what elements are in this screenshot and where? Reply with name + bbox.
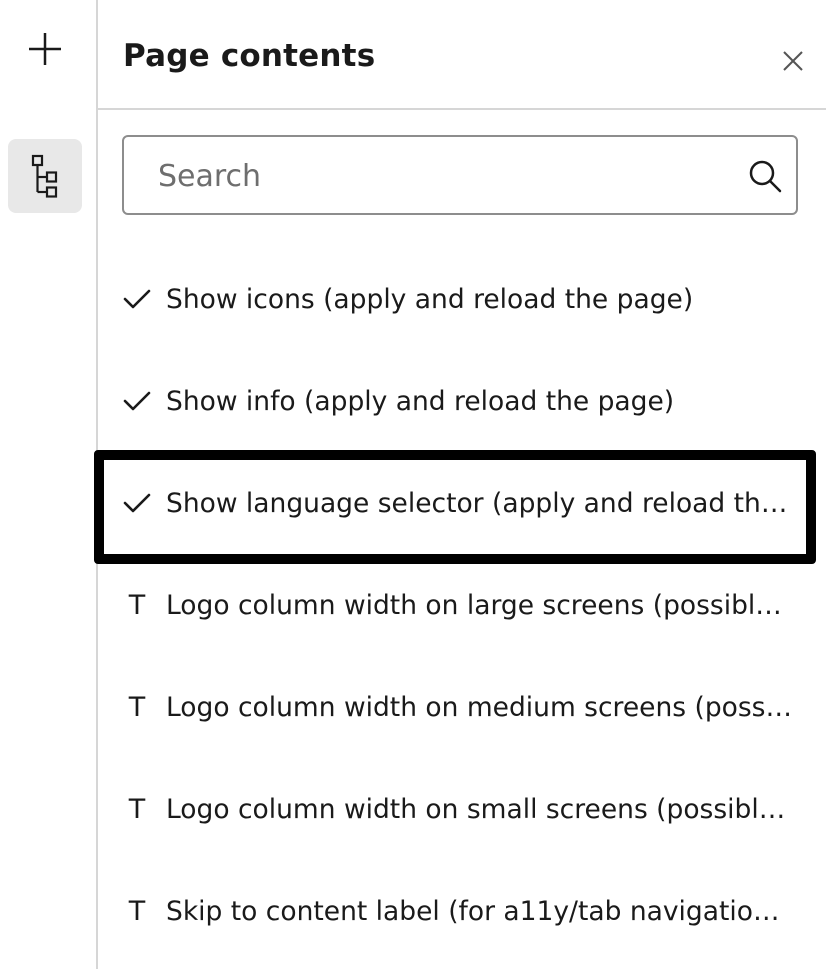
panel-header: Page contents [98,0,826,110]
page-contents-app: Page contents Show icons (apply and relo… [0,0,826,969]
close-button[interactable] [776,44,810,78]
plus-icon [29,33,61,65]
text-icon: T [128,589,146,621]
list-item[interactable]: T Logo column width on medium screens (po… [98,658,826,760]
list-item[interactable]: T Logo column width on large screens (pos… [98,556,826,658]
list-item[interactable]: Show icons (apply and reload the page) [98,250,826,352]
list-item[interactable]: T Skip to content label (for a11y/tab nav… [98,862,826,964]
add-button[interactable] [8,12,82,86]
text-icon: T [128,691,146,723]
list-item-label: Logo column width on small screens (poss… [166,794,794,825]
search-icon[interactable] [748,159,782,193]
page-contents-panel: Page contents Show icons (apply and relo… [94,0,826,969]
list-item-label: Show icons (apply and reload the page) [166,284,694,315]
list-item[interactable]: Show language selector (apply and reload… [94,450,826,564]
close-icon [783,51,803,71]
text-icon: T [128,895,146,927]
search-input[interactable] [158,155,728,197]
list-item[interactable]: Show info (apply and reload the page) [98,352,826,454]
check-icon [122,284,152,314]
list-item-label: Logo column width on medium screens (pos… [166,692,794,723]
text-icon: T [128,793,146,825]
list-item[interactable]: T Logo column width on small screens (pos… [98,760,826,862]
list-item-label: Show info (apply and reload the page) [166,386,675,417]
check-icon [122,488,152,518]
list-item-label: Show language selector (apply and reload… [166,488,794,519]
panel-title: Page contents [123,38,376,74]
page-tree-icon [31,154,58,198]
left-rail [0,0,98,969]
list-item-label: Skip to content label (for a11y/tab navi… [166,896,794,927]
check-icon [122,386,152,416]
search-box [122,135,798,215]
list-item-label: Logo column width on large screens (poss… [166,590,794,621]
page-tree-button[interactable] [8,139,82,213]
